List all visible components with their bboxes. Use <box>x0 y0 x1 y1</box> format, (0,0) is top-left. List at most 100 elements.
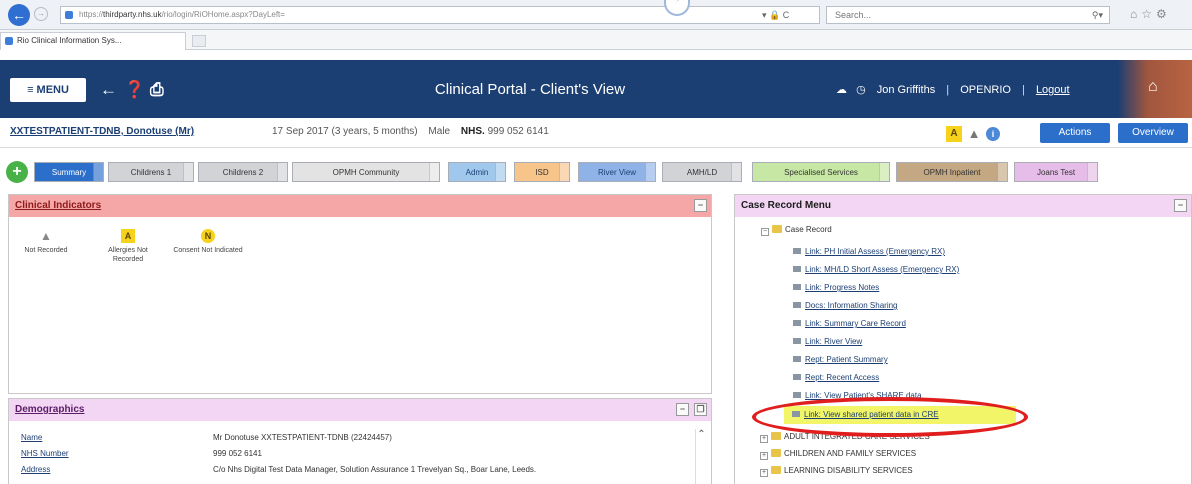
collapse-icon[interactable]: − <box>1174 199 1187 212</box>
indicator-label: Not Recorded <box>24 247 68 254</box>
tree-item[interactable]: Rept: Patient Summary <box>793 355 888 364</box>
notifications-icon[interactable]: ☁ <box>836 84 847 96</box>
tree-item-label: Rept: Recent Access <box>805 373 880 382</box>
demographics-value: C/o Nhs Digital Test Data Manager, Solut… <box>213 465 537 474</box>
tab-dropdown-icon[interactable] <box>879 163 889 181</box>
help-icon[interactable]: ❓ <box>124 78 145 102</box>
tab-dropdown-icon[interactable] <box>183 163 193 181</box>
tree-folder[interactable]: + LEARNING DISABILITY SERVICES <box>760 466 913 477</box>
menu-button[interactable]: ≡ MENU <box>10 78 86 102</box>
patient-banner: XXTESTPATIENT-TDNB, Donotuse (Mr) 17 Sep… <box>0 118 1192 148</box>
browser-home-star-gear-icons[interactable]: ⌂☆⚙ <box>1130 7 1171 21</box>
actions-button[interactable]: Actions <box>1040 123 1110 143</box>
address-tools[interactable]: ▾ 🔒 C <box>762 6 789 24</box>
tab-dropdown-icon[interactable] <box>277 163 287 181</box>
tree-item[interactable]: Link: MH/LD Short Assess (Emergency RX) <box>793 265 959 274</box>
search-icon[interactable]: ⚲▾ <box>1092 7 1103 23</box>
user-name: Jon Griffiths <box>876 84 936 96</box>
browser-tab[interactable]: Rio Clinical Information Sys... <box>0 32 186 50</box>
browser-forward-icon[interactable]: → <box>34 7 48 21</box>
document-icon <box>793 338 801 344</box>
tab-specialised-services[interactable]: Specialised Services <box>752 162 890 182</box>
separator: | <box>1022 84 1025 96</box>
address-bar[interactable]: https://thirdparty.nhs.uk/rio/login/RiOH… <box>60 6 820 24</box>
tree-item[interactable]: Link: Summary Care Record <box>793 319 906 328</box>
document-icon <box>793 302 801 308</box>
new-tab-button[interactable] <box>192 35 206 47</box>
back-arrow-icon[interactable]: ← <box>100 78 117 102</box>
browser-search-input[interactable]: Search... ⚲▾ <box>826 6 1110 24</box>
collapse-tree-icon[interactable]: − <box>761 228 769 236</box>
indicator-consent[interactable]: N Consent Not Indicated <box>173 229 243 255</box>
expand-tree-icon[interactable]: + <box>760 452 768 460</box>
tree-item[interactable]: Link: PH Initial Assess (Emergency RX) <box>793 247 945 256</box>
expand-tree-icon[interactable]: + <box>760 435 768 443</box>
tab-dropdown-icon[interactable] <box>645 163 655 181</box>
tab-dropdown-icon[interactable] <box>997 163 1007 181</box>
user-role: OPENRIO <box>960 84 1011 96</box>
tree-item-label: Rept: Patient Summary <box>805 355 888 364</box>
tab-dropdown-icon[interactable] <box>429 163 439 181</box>
demographics-title[interactable]: Demographics <box>15 404 84 415</box>
tab-dropdown-icon[interactable] <box>731 163 741 181</box>
demographics-label[interactable]: Address <box>21 465 50 475</box>
indicator-allergies[interactable]: A Allergies Not Recorded <box>93 229 163 264</box>
warning-flag-icon[interactable]: ▲ <box>966 126 982 142</box>
url-path: /rio/login/RiOHome.aspx?DayLeft= <box>161 10 285 19</box>
tab-dropdown-icon[interactable] <box>495 163 505 181</box>
indicator-not-recorded[interactable]: ▲ Not Recorded <box>11 229 81 255</box>
scrollbar[interactable]: ⌃ <box>695 429 707 484</box>
demographics-label[interactable]: Name <box>21 433 42 443</box>
document-icon <box>793 284 801 290</box>
tab-summary[interactable]: Summary <box>34 162 104 182</box>
tab-opmh-community[interactable]: OPMH Community <box>292 162 440 182</box>
tree-root-case-record[interactable]: − Case Record <box>761 225 832 236</box>
document-icon <box>793 374 801 380</box>
tab-isd[interactable]: ISD <box>514 162 570 182</box>
document-icon <box>792 411 800 417</box>
tab-childrens-2[interactable]: Childrens 2 <box>198 162 288 182</box>
clock-icon[interactable]: ◷ <box>856 84 866 96</box>
tree-item[interactable]: Link: Progress Notes <box>793 283 879 292</box>
tab-joans-test[interactable]: Joans Test <box>1014 162 1098 182</box>
collapse-icon[interactable]: − <box>676 403 689 416</box>
url-domain: thirdparty.nhs.uk <box>103 10 162 19</box>
browser-tab-title: Rio Clinical Information Sys... <box>17 36 122 45</box>
tab-childrens-1[interactable]: Childrens 1 <box>108 162 194 182</box>
tab-label: AMH/LD <box>686 168 718 177</box>
tree-item[interactable]: Docs: Information Sharing <box>793 301 898 310</box>
tab-dropdown-icon[interactable] <box>1087 163 1097 181</box>
add-tab-icon[interactable]: + <box>6 161 28 183</box>
popout-icon[interactable]: ❐ <box>694 403 707 416</box>
patient-name[interactable]: XXTESTPATIENT-TDNB, Donotuse (Mr) <box>10 126 194 137</box>
demographics-label[interactable]: NHS Number <box>21 449 69 459</box>
browser-back-icon[interactable]: ← <box>8 4 30 26</box>
tab-opmh-inpatient[interactable]: OPMH Inpatient <box>896 162 1008 182</box>
tab-dropdown-icon[interactable] <box>93 163 103 181</box>
overview-button[interactable]: Overview <box>1118 123 1188 143</box>
tab-river-view[interactable]: River View <box>578 162 656 182</box>
print-icon[interactable]: ⎙ <box>150 78 164 102</box>
demographics-value: 999 052 6141 <box>213 449 262 458</box>
tree-folder[interactable]: + CHILDREN AND FAMILY SERVICES <box>760 449 916 460</box>
clinical-indicators-panel: Clinical Indicators − ▲ Not Recorded A A… <box>8 194 712 394</box>
tab-amh-ld[interactable]: AMH/LD <box>662 162 742 182</box>
home-icon[interactable]: ⌂ <box>1148 78 1158 96</box>
clinical-indicators-title[interactable]: Clinical Indicators <box>15 200 101 211</box>
logout-link[interactable]: Logout <box>1036 84 1070 96</box>
tab-label: Joans Test <box>1036 168 1076 177</box>
tree-item-label: Link: View shared patient data in CRE <box>804 410 939 419</box>
allergy-flag-icon[interactable]: A <box>946 126 962 142</box>
collapse-icon[interactable]: − <box>694 199 707 212</box>
indicator-label: Allergies Not Recorded <box>108 247 148 263</box>
folder-icon <box>771 432 781 440</box>
info-flag-icon[interactable]: i <box>986 127 1000 141</box>
tab-dropdown-icon[interactable] <box>559 163 569 181</box>
tab-admin[interactable]: Admin <box>448 162 506 182</box>
indicator-label: Consent Not Indicated <box>173 247 243 254</box>
document-icon <box>793 266 801 272</box>
expand-tree-icon[interactable]: + <box>760 469 768 477</box>
tree-item[interactable]: Rept: Recent Access <box>793 373 879 382</box>
tree-item[interactable]: Link: River View <box>793 337 862 346</box>
tree-item-view-shared-patient-data[interactable]: Link: View shared patient data in CRE <box>792 410 939 419</box>
